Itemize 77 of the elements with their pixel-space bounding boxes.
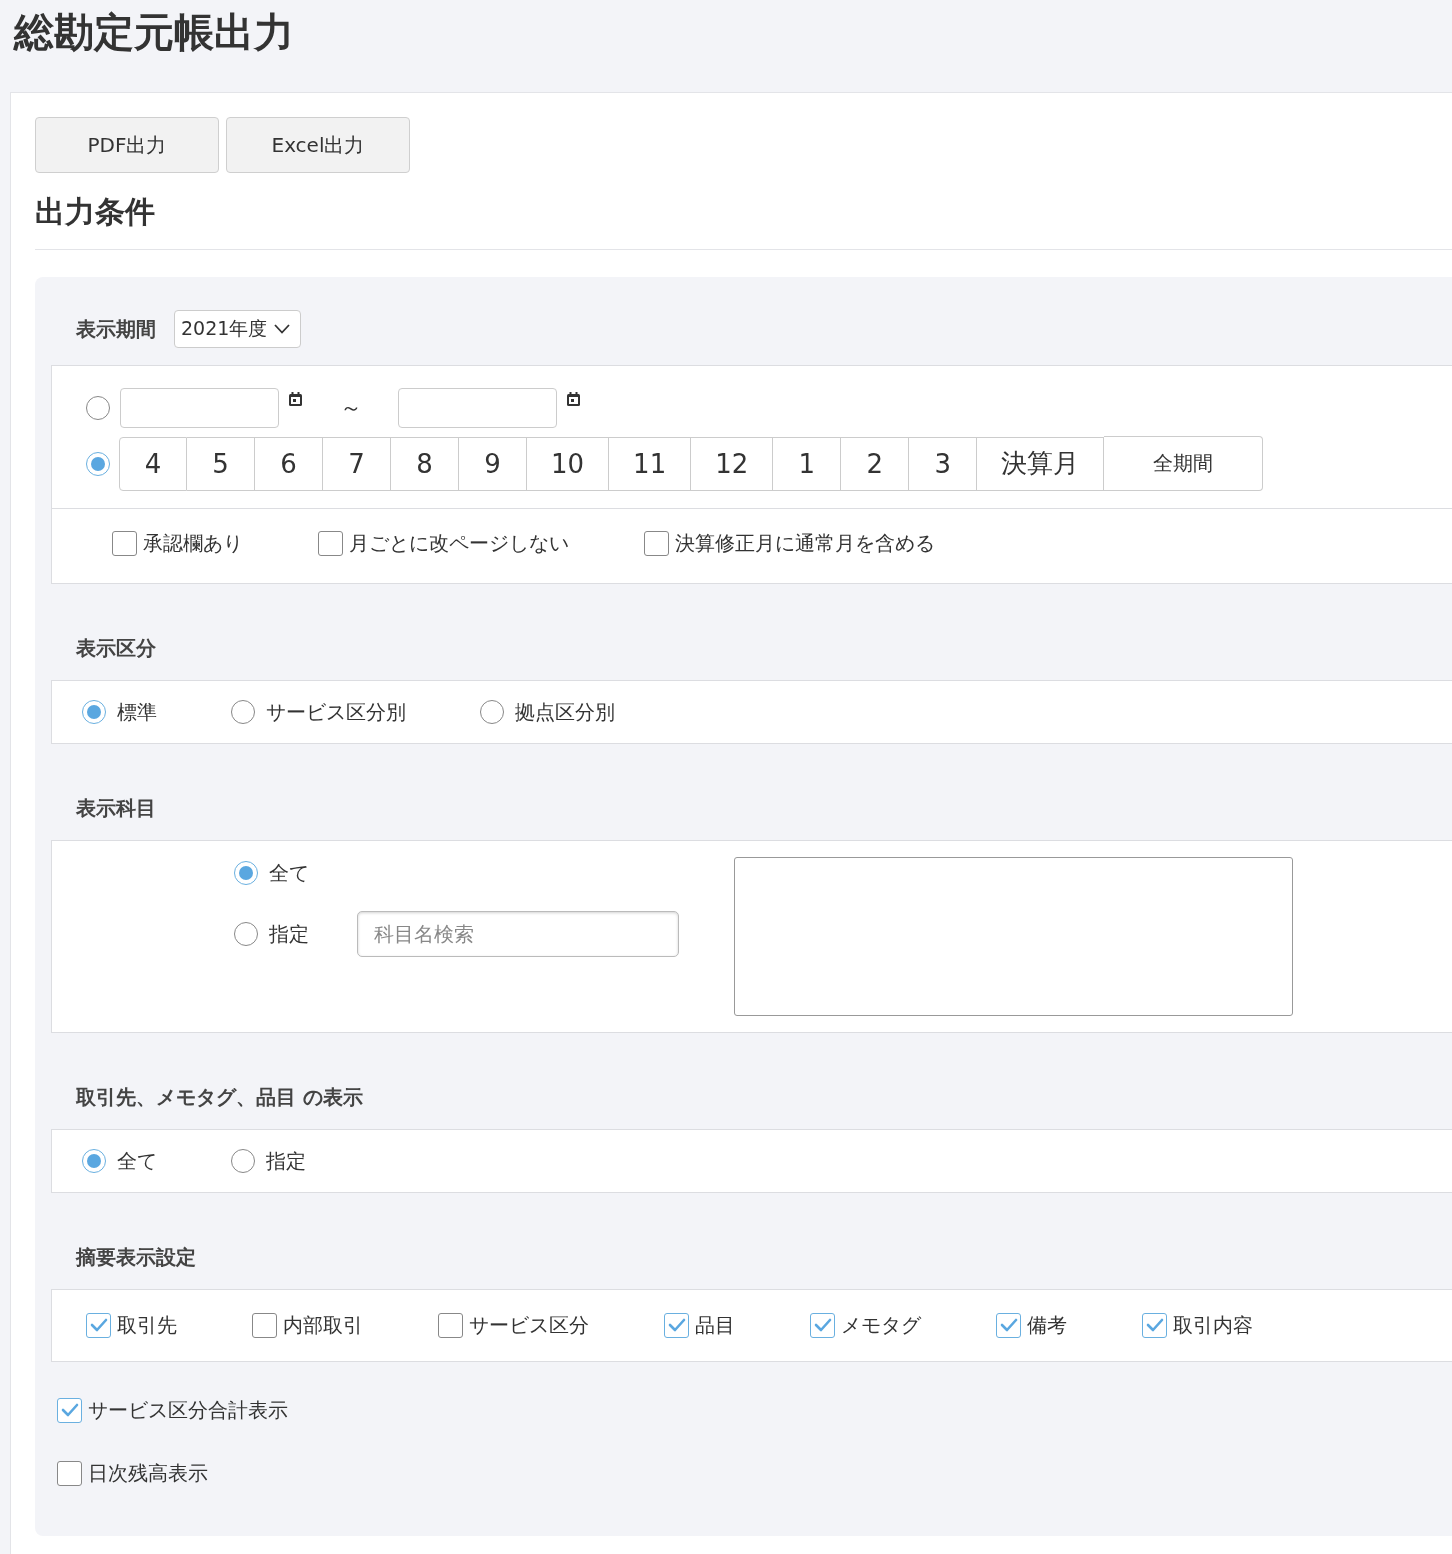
- checkbox-label: 月ごとに改ページしない: [349, 530, 569, 557]
- checkbox-label: 日次残高表示: [88, 1460, 208, 1487]
- checkbox-label: 取引先: [117, 1312, 177, 1339]
- calendar-icon[interactable]: [289, 392, 302, 406]
- month-button[interactable]: 10: [527, 436, 610, 491]
- radio-label: 拠点区分別: [515, 699, 615, 726]
- month-button[interactable]: 2: [841, 436, 910, 491]
- checkbox[interactable]: [664, 1312, 689, 1338]
- radio-button[interactable]: [234, 922, 258, 946]
- radio-label: 指定: [266, 1148, 306, 1175]
- checkbox[interactable]: [252, 1312, 277, 1338]
- checkbox[interactable]: [57, 1397, 82, 1423]
- month-button[interactable]: 8: [391, 436, 459, 491]
- section-heading: 出力条件: [35, 193, 155, 231]
- month-button[interactable]: 11: [609, 436, 692, 491]
- month-button[interactable]: 決算月: [977, 436, 1105, 491]
- all-period-button[interactable]: 全期間: [1104, 436, 1264, 491]
- checkbox[interactable]: [57, 1460, 82, 1486]
- radio-label: 全て: [117, 1148, 157, 1175]
- export-button[interactable]: Excel出力: [226, 117, 410, 173]
- section-label: 表示期間: [76, 316, 156, 343]
- month-button[interactable]: 1: [773, 436, 842, 491]
- radio-button[interactable]: [231, 1149, 255, 1173]
- radio-label: 全て: [269, 860, 309, 887]
- date-input[interactable]: [120, 388, 279, 428]
- fiscal-year-select[interactable]: 2021年度: [174, 310, 301, 348]
- checkbox[interactable]: [996, 1312, 1021, 1338]
- radio-button[interactable]: [231, 700, 255, 724]
- range-separator: ～: [340, 394, 362, 422]
- checkbox-label: 取引内容: [1173, 1312, 1253, 1339]
- checkbox-label: 承認欄あり: [143, 530, 243, 557]
- check-icon: [813, 1318, 832, 1332]
- month-button[interactable]: 3: [909, 436, 978, 491]
- month-button[interactable]: 6: [255, 436, 323, 491]
- date-input[interactable]: [398, 388, 557, 428]
- check-icon: [667, 1318, 686, 1332]
- month-button[interactable]: 4: [119, 436, 187, 491]
- radio-button[interactable]: [82, 1149, 106, 1173]
- checkbox-label: サービス区分: [469, 1312, 589, 1339]
- section-label: 摘要表示設定: [76, 1244, 196, 1271]
- checkbox-label: 備考: [1027, 1312, 1067, 1339]
- radio-button[interactable]: [234, 861, 258, 885]
- section-label: 表示科目: [76, 795, 156, 822]
- radio-button[interactable]: [82, 700, 106, 724]
- checkbox-label: 決算修正月に通常月を含める: [675, 530, 935, 557]
- check-icon: [89, 1318, 108, 1332]
- month-button[interactable]: 9: [459, 436, 527, 491]
- export-button[interactable]: PDF出力: [35, 117, 219, 173]
- radio-button[interactable]: [86, 396, 110, 420]
- radio-label: 標準: [117, 699, 157, 726]
- radio-label: サービス区分別: [266, 699, 406, 726]
- checkbox[interactable]: [1142, 1312, 1167, 1338]
- checkbox[interactable]: [810, 1312, 835, 1338]
- check-icon: [999, 1318, 1018, 1332]
- checkbox-label: 内部取引: [283, 1312, 363, 1339]
- checkbox[interactable]: [318, 530, 343, 556]
- page-title: 総勘定元帳出力: [12, 8, 295, 57]
- month-button[interactable]: 7: [323, 436, 391, 491]
- checkbox[interactable]: [86, 1312, 111, 1338]
- radio-button[interactable]: [86, 451, 110, 476]
- calendar-icon[interactable]: [567, 392, 580, 406]
- checkbox[interactable]: [112, 530, 137, 556]
- radio-label: 指定: [269, 921, 309, 948]
- checkbox-label: 品目: [695, 1312, 735, 1339]
- checkbox[interactable]: [644, 530, 669, 556]
- account-search-field[interactable]: 科目名検索: [357, 911, 679, 957]
- chevron-down-icon: [274, 324, 291, 334]
- radio-button[interactable]: [480, 700, 504, 724]
- checkbox-label: メモタグ: [841, 1312, 921, 1339]
- section-label: 取引先、メモタグ、品目 の表示: [76, 1084, 363, 1111]
- month-button[interactable]: 12: [691, 436, 774, 491]
- checkbox[interactable]: [438, 1312, 463, 1338]
- checkbox-label: サービス区分合計表示: [88, 1397, 288, 1424]
- check-icon: [1145, 1318, 1164, 1332]
- section-label: 表示区分: [76, 635, 156, 662]
- month-button[interactable]: 5: [187, 436, 255, 491]
- check-icon: [60, 1403, 79, 1417]
